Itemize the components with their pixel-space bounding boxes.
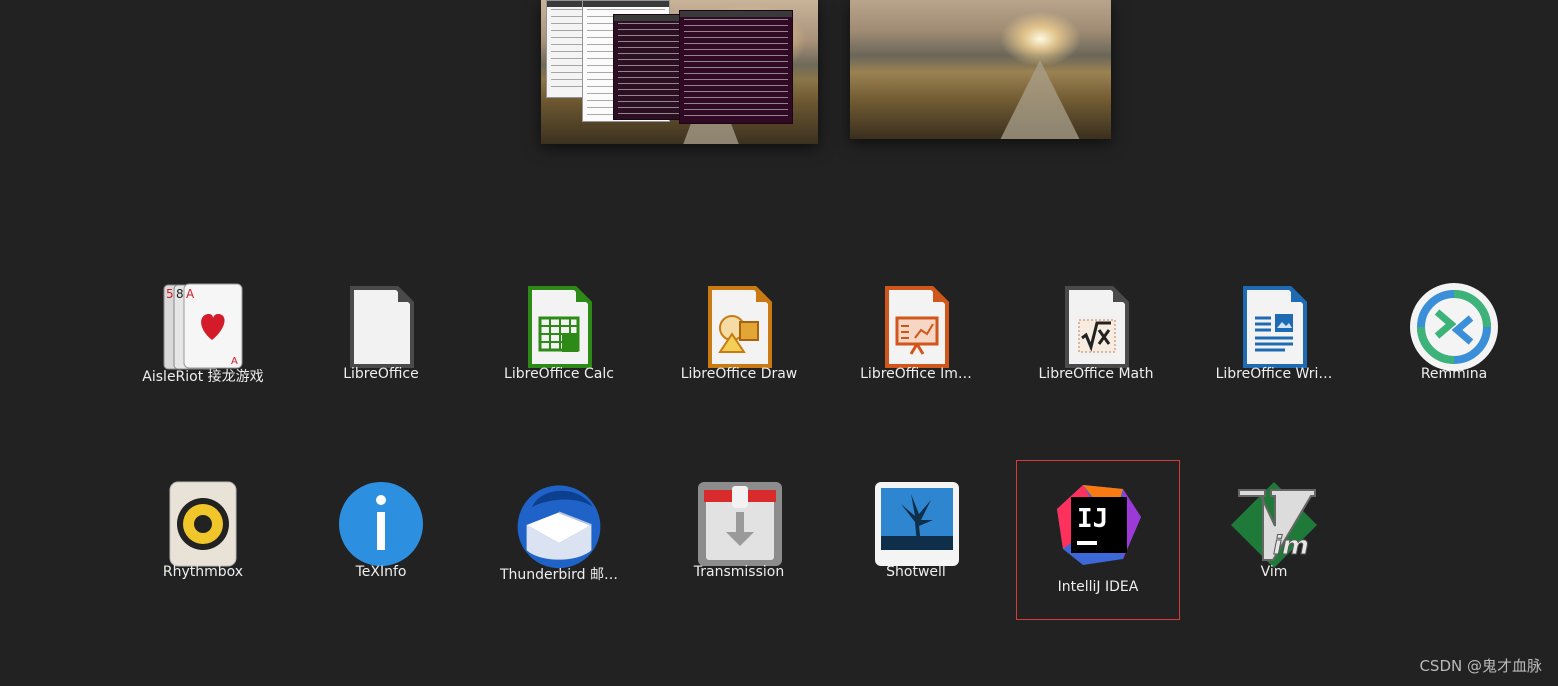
app-tile-shotwell[interactable]: Shotwell (828, 460, 1004, 620)
libreoffice-writer-icon (1229, 282, 1319, 372)
svg-text:A: A (186, 287, 195, 301)
svg-text:5: 5 (166, 287, 174, 301)
rhythmbox-speaker-icon (158, 480, 248, 570)
app-label: Rhythmbox (162, 564, 244, 580)
app-tile-texinfo[interactable]: TeXInfo (293, 460, 469, 620)
libreoffice-icon (336, 282, 426, 372)
app-label: AisleRiot 接龙游戏 (142, 369, 264, 385)
app-tile-libreoffice-math[interactable]: LibreOffice Math (1008, 262, 1184, 422)
app-tile-aisleriot[interactable]: 5 8 A A AisleRiot 接龙游戏 (115, 262, 291, 422)
app-label: Remmina (1420, 366, 1488, 382)
transmission-icon (694, 480, 784, 570)
remmina-icon (1409, 282, 1499, 372)
app-tile-rhythmbox[interactable]: Rhythmbox (115, 460, 291, 620)
app-label: Shotwell (886, 564, 946, 580)
libreoffice-calc-icon (514, 282, 604, 372)
app-tile-transmission[interactable]: Transmission (651, 460, 827, 620)
app-label: IntelliJ IDEA (1057, 579, 1139, 595)
app-tile-remmina[interactable]: Remmina (1366, 262, 1542, 422)
app-tile-libreoffice-writer[interactable]: LibreOffice Wri… (1186, 262, 1362, 422)
window-thumbnail-terminal-2[interactable] (679, 10, 793, 124)
app-label: TeXInfo (355, 564, 407, 580)
app-label: LibreOffice Im… (860, 366, 972, 382)
intellij-idea-icon: IJ (1053, 479, 1143, 569)
svg-text:8: 8 (176, 287, 184, 301)
app-tile-libreoffice-impress[interactable]: LibreOffice Im… (828, 262, 1004, 422)
app-label: LibreOffice Draw (680, 366, 798, 382)
thunderbird-icon (514, 480, 604, 570)
libreoffice-draw-icon (694, 282, 784, 372)
texinfo-info-icon (336, 480, 426, 570)
app-tile-libreoffice[interactable]: LibreOffice (293, 262, 469, 422)
app-tile-thunderbird[interactable]: Thunderbird 邮… (471, 460, 647, 620)
shotwell-icon (871, 480, 961, 570)
workspace-thumbnail-2[interactable] (850, 0, 1111, 139)
csdn-watermark: CSDN @鬼才血脉 (1419, 657, 1542, 675)
app-label: Thunderbird 邮… (499, 567, 619, 583)
app-label: Transmission (693, 564, 785, 580)
app-label: LibreOffice Wri… (1215, 366, 1333, 382)
vim-icon: im (1229, 480, 1319, 570)
svg-text:IJ: IJ (1077, 504, 1108, 534)
app-label: LibreOffice (343, 366, 419, 382)
aisleriot-cards-icon: 5 8 A A (158, 282, 248, 372)
app-label: LibreOffice Math (1038, 366, 1154, 382)
libreoffice-math-icon (1051, 282, 1141, 372)
workspace-thumbnail-1[interactable] (541, 0, 818, 144)
wallpaper-path (1000, 60, 1080, 139)
app-tile-vim[interactable]: im Vim (1186, 460, 1362, 620)
svg-text:im: im (1273, 531, 1309, 561)
app-tile-libreoffice-calc[interactable]: LibreOffice Calc (471, 262, 647, 422)
app-tile-intellij-idea[interactable]: IJ IntelliJ IDEA (1016, 460, 1180, 620)
libreoffice-impress-icon (871, 282, 961, 372)
app-tile-libreoffice-draw[interactable]: LibreOffice Draw (651, 262, 827, 422)
app-label: Vim (1260, 564, 1288, 580)
app-label: LibreOffice Calc (504, 366, 614, 382)
